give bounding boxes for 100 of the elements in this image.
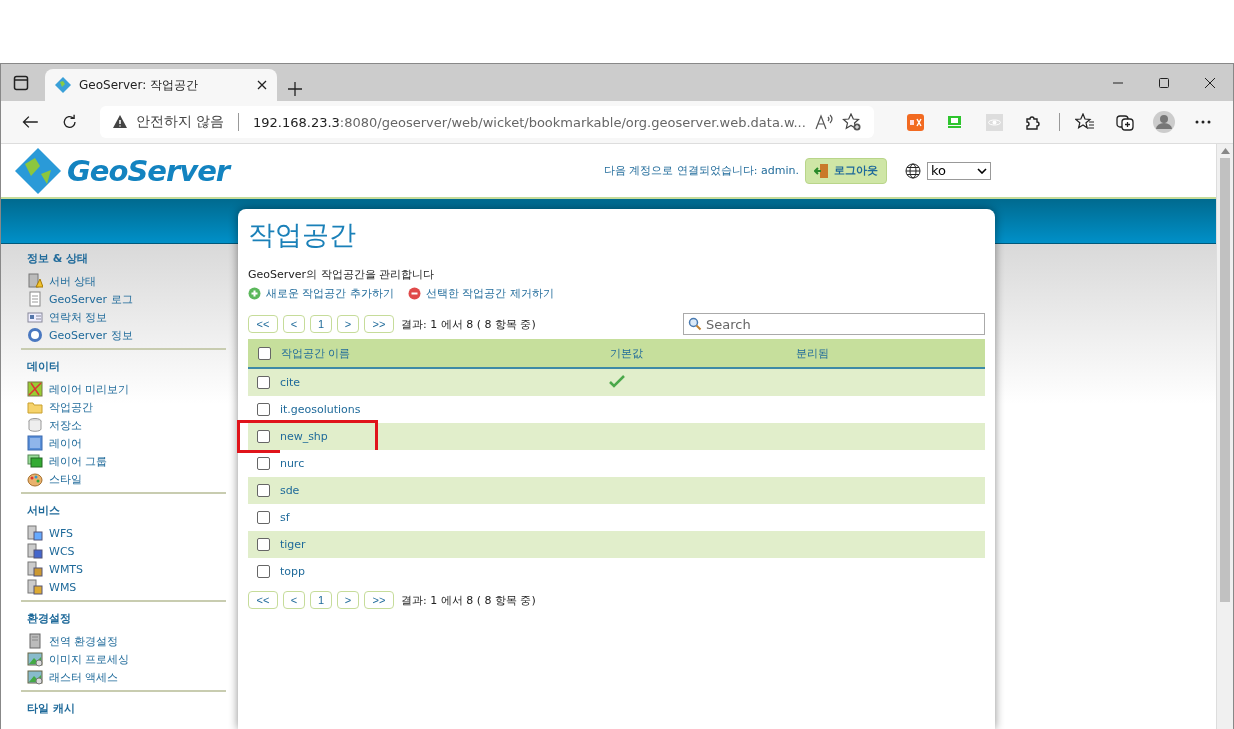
globe-icon <box>905 162 921 179</box>
sidebar-item-icon <box>27 561 43 577</box>
checkbox[interactable] <box>257 565 270 578</box>
remove-icon <box>408 287 421 300</box>
checkbox[interactable] <box>258 346 271 360</box>
extension-icon[interactable] <box>906 113 924 131</box>
workspace-link[interactable]: sde <box>279 484 300 497</box>
sidebar-item-icon <box>27 273 43 289</box>
sidebar-item-icon <box>27 327 43 343</box>
collections-icon[interactable] <box>1115 113 1134 131</box>
column-header[interactable]: 분리됨 <box>795 346 829 360</box>
sidebar-item[interactable]: 스타일 <box>49 471 82 487</box>
chevron-down-icon <box>977 167 987 174</box>
sidebar-item[interactable]: WMS <box>49 580 77 594</box>
sidebar-item[interactable]: GeoServer 로그 <box>49 291 133 307</box>
workspace-link[interactable]: nurc <box>279 457 305 470</box>
sidebar-heading: 정보 & 상태 <box>27 251 90 266</box>
favorite-add-icon[interactable] <box>841 113 862 131</box>
scrollbar-thumb[interactable] <box>1220 158 1230 602</box>
sidebar-item[interactable]: 이미지 프로세싱 <box>49 651 130 667</box>
read-aloud-icon[interactable] <box>813 113 834 131</box>
sidebar-item[interactable]: WCS <box>49 544 75 558</box>
tab-actions-icon[interactable] <box>13 75 29 91</box>
sidebar-item[interactable]: 레이어 <box>49 435 82 451</box>
pager-button[interactable]: > <box>337 591 359 609</box>
pager-button[interactable]: << <box>248 315 278 333</box>
sidebar-item-icon <box>27 579 43 595</box>
workspace-link[interactable]: it.geosolutions <box>279 403 361 416</box>
warning-icon <box>111 114 128 130</box>
workspace-link[interactable]: sf <box>279 511 290 524</box>
workspace-link[interactable]: topp <box>279 565 305 578</box>
checkbox[interactable] <box>257 403 270 416</box>
sidebar-item[interactable]: 래스터 액세스 <box>49 669 119 685</box>
address-bar[interactable]: 안전하지 않음 192.168.23.3:8080/geoserver/web/wicket/bookmarkable/org.geoserver.web.data.w... <box>99 106 874 138</box>
pager-button[interactable]: < <box>283 315 305 333</box>
sidebar-item[interactable]: WFS <box>49 526 73 540</box>
favorites-icon[interactable] <box>1075 113 1096 131</box>
sidebar-item-icon <box>27 399 43 415</box>
sidebar-item-icon <box>27 525 43 541</box>
checkbox[interactable] <box>257 430 270 443</box>
scroll-up-icon[interactable] <box>1220 148 1230 154</box>
sidebar-item[interactable]: 저장소 <box>49 417 82 433</box>
puzzle-icon[interactable] <box>1024 113 1043 131</box>
page-title: 작업공간 <box>248 218 357 252</box>
sidebar-item-icon <box>27 435 43 451</box>
checkbox[interactable] <box>257 376 270 389</box>
sidebar-item-icon <box>27 417 43 433</box>
sidebar-item[interactable]: 서버 상태 <box>49 273 97 289</box>
checkbox[interactable] <box>257 538 270 551</box>
logout-button[interactable]: 로그아웃 <box>805 157 887 184</box>
pager-button[interactable]: >> <box>364 591 394 609</box>
column-header[interactable]: 작업공간 이름 <box>280 346 351 360</box>
sidebar-item[interactable]: 레이어 그룹 <box>49 453 108 469</box>
result-count: 결과: 1 에서 8 ( 8 항목 중) <box>401 316 536 332</box>
sidebar-item-icon <box>27 651 43 667</box>
sidebar-item-icon <box>27 309 43 325</box>
add-workspace-link[interactable]: 새로운 작업공간 추가하기 <box>266 286 394 301</box>
sidebar-heading: 서비스 <box>27 503 61 518</box>
sidebar-item-icon <box>27 381 43 397</box>
checkbox[interactable] <box>257 484 270 497</box>
url-text: 192.168.23.3:8080/geoserver/web/wicket/bookmarkable/org.geoserver.web.data.w... <box>253 114 806 130</box>
pager-button[interactable]: < <box>283 591 305 609</box>
sidebar-item[interactable]: 연락처 정보 <box>49 309 108 325</box>
new-tab-icon[interactable] <box>287 81 303 97</box>
language-select[interactable]: ko <box>927 161 991 180</box>
exit-door-icon <box>814 162 830 179</box>
remove-workspace-link[interactable]: 선택한 작업공간 제거하기 <box>426 286 554 301</box>
sidebar-item[interactable]: 작업공간 <box>49 399 93 415</box>
sidebar-item[interactable]: 전역 환경설정 <box>49 633 119 649</box>
sidebar-item-icon <box>27 453 43 469</box>
sidebar-item[interactable]: 레이어 미리보기 <box>49 381 130 397</box>
browser-tab[interactable]: GeoServer: 작업공간 <box>45 69 277 101</box>
logo-text: GeoServer <box>67 153 230 188</box>
sidebar-heading: 타일 캐시 <box>27 701 76 716</box>
sidebar-item-icon <box>27 633 43 649</box>
sidebar-heading: 데이터 <box>27 359 61 374</box>
sidebar-heading: 환경설정 <box>27 611 72 626</box>
workspace-link[interactable]: cite <box>279 376 301 389</box>
sidebar-item[interactable]: GeoServer 정보 <box>49 327 133 343</box>
more-icon[interactable] <box>1194 120 1213 124</box>
search-icon <box>688 317 702 331</box>
pager-button[interactable]: 1 <box>310 315 332 333</box>
close-icon[interactable] <box>257 80 267 90</box>
security-label: 안전하지 않음 <box>135 113 224 131</box>
pager-button[interactable]: > <box>337 315 359 333</box>
sidebar-item-icon <box>27 543 43 559</box>
sidebar-item-icon <box>27 669 43 685</box>
column-header[interactable]: 기본값 <box>610 346 644 360</box>
result-count: 결과: 1 에서 8 ( 8 항목 중) <box>401 592 536 608</box>
page-description: GeoServer의 작업공간을 관리합니다 <box>248 267 436 282</box>
pager-button[interactable]: >> <box>364 315 394 333</box>
workspace-link[interactable]: new_shp <box>279 430 328 443</box>
checkbox[interactable] <box>257 511 270 524</box>
search-field[interactable]: Search <box>683 313 985 335</box>
checkbox[interactable] <box>257 457 270 470</box>
workspace-link[interactable]: tiger <box>279 538 306 551</box>
sidebar-item[interactable]: WMTS <box>49 562 84 576</box>
pager-button[interactable]: 1 <box>310 591 332 609</box>
profile-icon[interactable] <box>1153 111 1176 133</box>
pager-button[interactable]: << <box>248 591 278 609</box>
